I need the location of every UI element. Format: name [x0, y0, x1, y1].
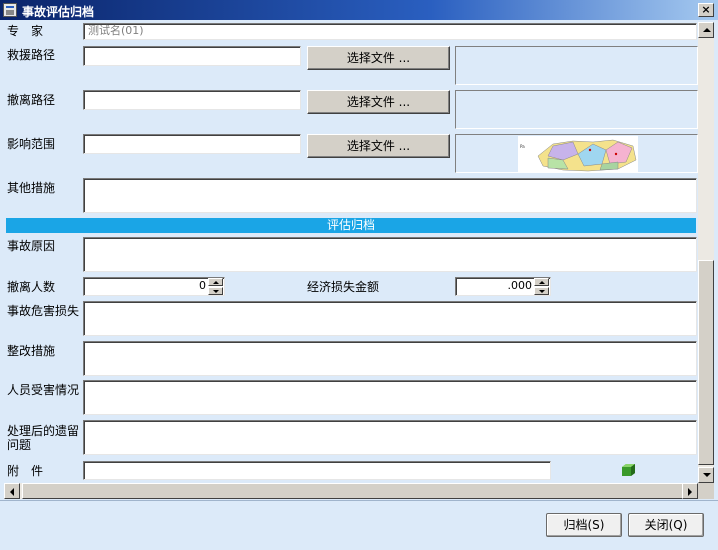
attachment-icon[interactable] [621, 463, 636, 477]
economic-loss-stepper[interactable]: .000 [455, 277, 551, 296]
horizontal-scrollbar[interactable] [4, 483, 698, 499]
close-button[interactable]: 关闭(Q) [628, 513, 704, 537]
evacuees-up-button[interactable] [208, 278, 223, 286]
horizontal-scroll-thumb[interactable] [22, 483, 684, 499]
impact-scope-preview: Pa [455, 134, 698, 173]
experts-label: 专 家 [7, 24, 44, 38]
evacuation-route-select-button[interactable]: 选择文件 ... [307, 90, 450, 114]
impact-map-thumbnail: Pa [518, 136, 638, 173]
scroll-corner [698, 483, 714, 499]
accident-cause-textarea[interactable] [83, 237, 697, 272]
other-measures-label: 其他措施 [7, 181, 56, 195]
accident-cause-label: 事故原因 [7, 239, 56, 253]
casualties-textarea[interactable] [83, 380, 697, 415]
archive-button[interactable]: 归档(S) [546, 513, 622, 537]
window-title: 事故评估归档 [22, 5, 95, 19]
rectification-label: 整改措施 [7, 344, 56, 358]
evacuation-route-label: 撤离路径 [7, 93, 56, 107]
evacuees-label: 撤离人数 [7, 280, 56, 294]
remaining-issues-label: 处理后的遗留问题 [7, 424, 80, 452]
accident-harm-textarea[interactable] [83, 301, 697, 336]
scroll-right-button[interactable] [682, 483, 698, 499]
rectification-textarea[interactable] [83, 341, 697, 376]
attachment-input[interactable] [83, 461, 551, 480]
scroll-left-button[interactable] [4, 483, 20, 499]
scroll-down-button[interactable] [698, 467, 714, 483]
rescue-route-input[interactable] [83, 46, 301, 66]
economic-loss-label: 经济损失金额 [307, 280, 380, 294]
evacuation-route-preview [455, 90, 698, 129]
casualties-label: 人员受害情况 [7, 383, 80, 397]
close-window-button[interactable]: × [698, 3, 714, 17]
economic-loss-up-button[interactable] [534, 278, 549, 286]
evacuees-value: 0 [199, 279, 206, 292]
vertical-scroll-thumb[interactable] [698, 260, 714, 465]
scroll-up-button[interactable] [698, 22, 714, 38]
experts-field[interactable]: 测试名(01) [83, 23, 697, 40]
rescue-route-select-button[interactable]: 选择文件 ... [307, 46, 450, 70]
evacuation-route-input[interactable] [83, 90, 301, 110]
evacuees-stepper[interactable]: 0 [83, 277, 225, 296]
economic-loss-value: .000 [507, 279, 533, 292]
rescue-route-preview [455, 46, 698, 85]
impact-scope-input[interactable] [83, 134, 301, 154]
remaining-issues-textarea[interactable] [83, 420, 697, 455]
accident-harm-label: 事故危害损失 [7, 304, 80, 318]
vertical-scrollbar[interactable] [698, 22, 714, 483]
impact-scope-label: 影响范围 [7, 137, 56, 151]
app-icon [3, 3, 17, 17]
impact-scope-select-button[interactable]: 选择文件 ... [307, 134, 450, 158]
other-measures-textarea[interactable] [83, 178, 697, 213]
svg-text:Pa: Pa [520, 144, 525, 149]
attachment-label: 附 件 [7, 464, 44, 478]
rescue-route-label: 救援路径 [7, 48, 56, 62]
footer-divider [0, 500, 718, 501]
evacuees-down-button[interactable] [208, 287, 223, 295]
section-title-bar: 评估归档 [6, 218, 696, 233]
economic-loss-down-button[interactable] [534, 287, 549, 295]
window-titlebar: 事故评估归档 × [0, 0, 718, 20]
